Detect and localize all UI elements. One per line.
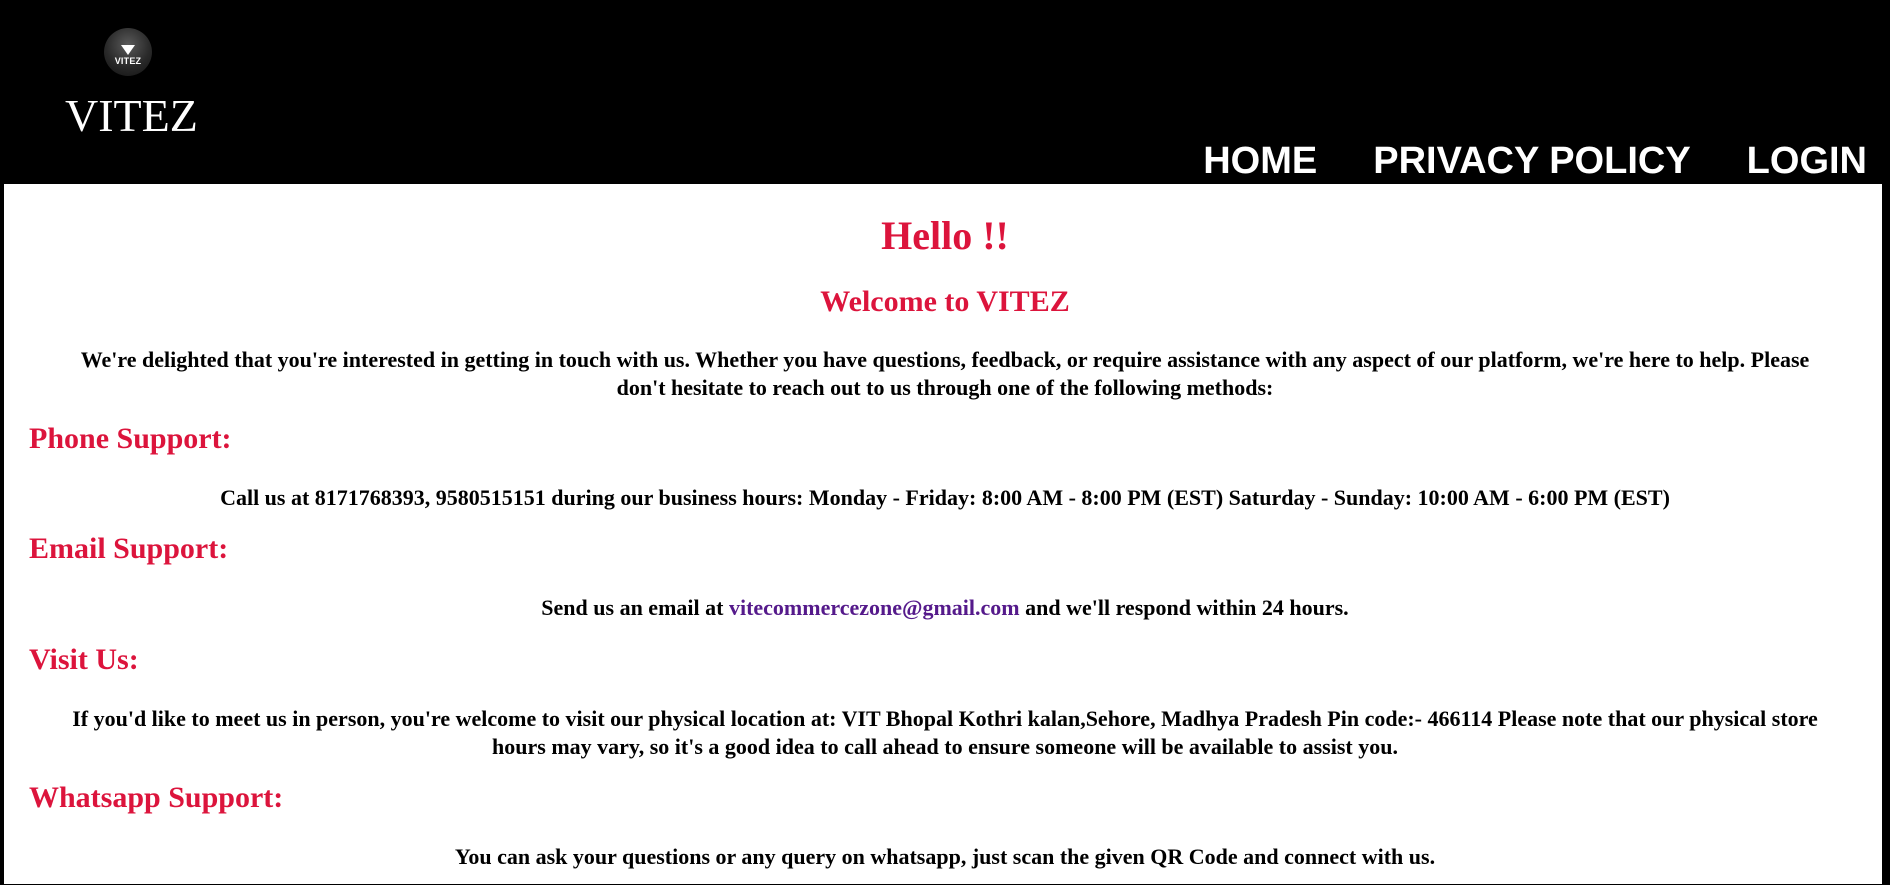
email-text-after: and we'll respond within 24 hours. (1019, 595, 1349, 620)
vitez-logo[interactable]: VITEZ (104, 28, 152, 76)
visit-us-heading: Visit Us: (29, 643, 139, 676)
logo-text: VITEZ (114, 55, 142, 66)
main-nav: HOME PRIVACY POLICY LOGIN (1203, 138, 1867, 184)
hello-heading: Hello !! (881, 213, 1009, 258)
logo-v-icon (121, 44, 135, 55)
email-text-before: Send us an email at (541, 595, 729, 620)
welcome-heading: Welcome to VITEZ (820, 285, 1070, 318)
email-support-text: Send us an email at vitecommercezone@gma… (56, 594, 1834, 622)
email-link[interactable]: vitecommercezone@gmail.com (729, 595, 1020, 620)
email-support-heading: Email Support: (29, 532, 229, 565)
nav-login-link[interactable]: LOGIN (1747, 138, 1867, 184)
whatsapp-support-heading: Whatsapp Support: (29, 781, 284, 814)
whatsapp-support-text: You can ask your questions or any query … (454, 844, 1436, 869)
nav-privacy-policy-link[interactable]: PRIVACY POLICY (1373, 138, 1690, 184)
nav-home-link[interactable]: HOME (1203, 138, 1317, 184)
page-border (1882, 184, 1886, 884)
brand-name: VITEZ (65, 90, 198, 141)
site-header: VITEZ VITEZ HOME PRIVACY POLICY LOGIN (0, 0, 1890, 184)
contact-content: Hello !! Welcome to VITEZ We're delighte… (4, 184, 1886, 884)
phone-support-heading: Phone Support: (29, 422, 232, 455)
visit-us-text: If you'd like to meet us in person, you'… (72, 706, 1818, 759)
phone-support-text: Call us at 8171768393, 9580515151 during… (220, 485, 1670, 510)
intro-text: We're delighted that you're interested i… (80, 347, 1810, 400)
